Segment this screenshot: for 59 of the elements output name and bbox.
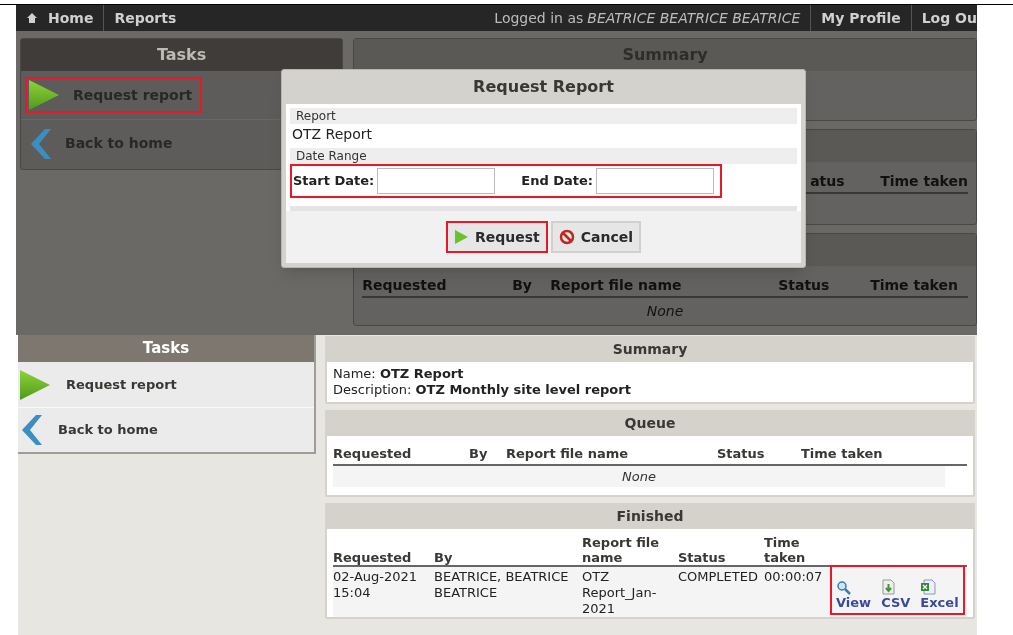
magnifier-icon	[836, 580, 851, 595]
cancel-button[interactable]: Cancel	[550, 221, 642, 253]
column-header: Report file name	[506, 445, 630, 463]
empty-message: None	[645, 302, 685, 321]
column-header: Time taken	[880, 172, 968, 191]
play-icon	[18, 367, 52, 402]
column-header: By	[469, 445, 489, 463]
field-label: End Date:	[521, 172, 594, 191]
column-header: By	[434, 550, 454, 565]
task-link[interactable]: Back to home	[18, 407, 314, 452]
column-header: Status	[778, 276, 831, 295]
dialog-title: Request Report	[472, 76, 615, 98]
reports-link[interactable]: Reports	[104, 5, 187, 31]
play-icon	[27, 78, 61, 112]
column-header: Status	[678, 550, 727, 565]
table-cell-text: 00:00:07	[764, 569, 824, 586]
panel-title: Summary	[325, 336, 975, 362]
end-date-input[interactable]	[596, 168, 715, 194]
column-header: Report file name	[582, 535, 661, 565]
empty-message: None	[333, 465, 945, 487]
request-button[interactable]: Request	[445, 221, 548, 253]
column-header: atus	[810, 172, 846, 191]
column-header: Status	[717, 445, 766, 463]
cancel-icon	[558, 229, 575, 245]
column-header: Time taken	[801, 445, 883, 463]
summary-line: Description: OTZ Monthly site level report	[333, 382, 632, 398]
document-download-icon	[881, 579, 897, 595]
panel-title: Queue	[325, 410, 975, 436]
field-label: Date Range	[290, 148, 797, 164]
csv-link[interactable]: CSV	[881, 579, 911, 611]
view-link[interactable]: View	[836, 580, 872, 611]
logged-in-text: Logged in as BEATRICE BEATRICE BEATRICE	[484, 5, 812, 31]
start-date-input[interactable]	[377, 168, 496, 194]
field-label: Start Date:	[293, 172, 375, 191]
panel-title: Tasks	[18, 335, 314, 362]
my-profile-link[interactable]: My Profile	[811, 5, 912, 31]
summary-line: Name: OTZ Report	[333, 366, 465, 382]
log-out-link[interactable]: Log Ou	[911, 5, 977, 31]
field-label: Report	[290, 108, 797, 124]
play-icon	[453, 229, 469, 245]
table-cell-text: 02-Aug-2021 15:04	[333, 569, 419, 602]
task-link[interactable]: Request report	[18, 362, 314, 407]
table-cell-text: BEATRICE, BEATRICE BEATRICE	[434, 569, 570, 602]
panel-title: Tasks	[21, 39, 343, 71]
table-cell-text: COMPLETED	[678, 569, 759, 586]
column-header: Requested	[362, 276, 448, 295]
column-header: Requested	[333, 445, 413, 463]
table-cell-text: OTZ Report_Jan-2021	[582, 569, 658, 617]
column-header: Requested	[333, 550, 413, 565]
column-header: Report file name	[550, 276, 683, 295]
column-header: Time taken	[764, 535, 807, 565]
excel-link[interactable]: Excel	[920, 579, 959, 611]
spreadsheet-icon	[920, 579, 937, 595]
column-header: By	[512, 276, 533, 295]
report-name: OTZ Report	[291, 125, 374, 144]
home-icon	[26, 12, 38, 24]
home-link[interactable]: Home	[48, 5, 105, 31]
panel-title: Finished	[325, 503, 975, 529]
column-header: Time taken	[870, 276, 958, 295]
